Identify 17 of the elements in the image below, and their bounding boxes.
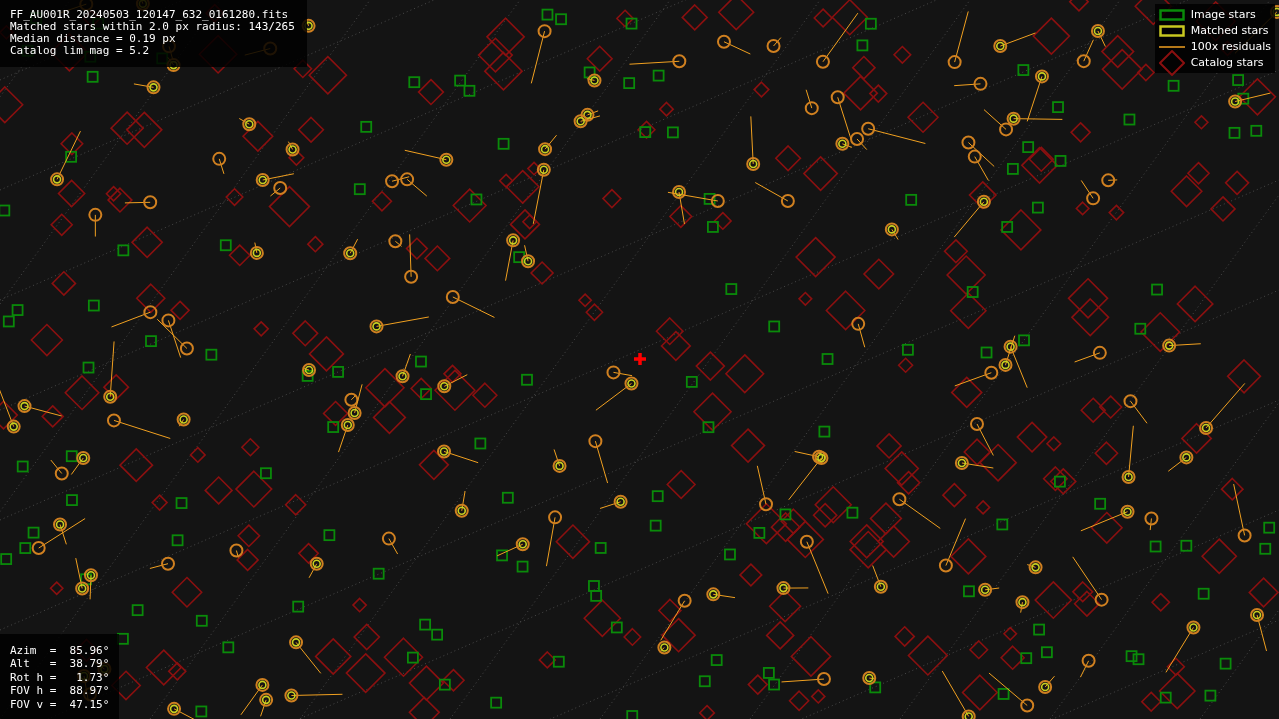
matched-star-marker-icon bbox=[1158, 24, 1185, 37]
pointing-text: Alt = 38.79° bbox=[10, 657, 110, 671]
image-star-marker-icon bbox=[1158, 8, 1185, 21]
info-text: Catalog lim mag = 5.2 bbox=[10, 45, 151, 57]
pointing-text: Rot h = 1.73° bbox=[10, 670, 110, 684]
info-text: Median distance = 0.19 px bbox=[10, 33, 177, 45]
info-text: Matched stars within 2.0 px radius: 143/265 bbox=[10, 21, 295, 33]
pointing-text: FOV h = 88.97° bbox=[10, 684, 110, 698]
legend-label: 100x residuals bbox=[1190, 40, 1271, 53]
pointing-text: FOV v = 47.15° bbox=[10, 697, 110, 711]
crosshair-icon bbox=[632, 351, 648, 367]
diamond-icon bbox=[1158, 49, 1185, 76]
pointing-text: Azim = 85.96° bbox=[10, 643, 110, 657]
info-text: FF_AU001R_20240503_120147_632_0161280.fits bbox=[10, 9, 290, 21]
legend-label: Catalog stars bbox=[1190, 56, 1264, 69]
legend-label: Image stars bbox=[1190, 8, 1256, 21]
legend-label: Matched stars bbox=[1190, 24, 1269, 37]
